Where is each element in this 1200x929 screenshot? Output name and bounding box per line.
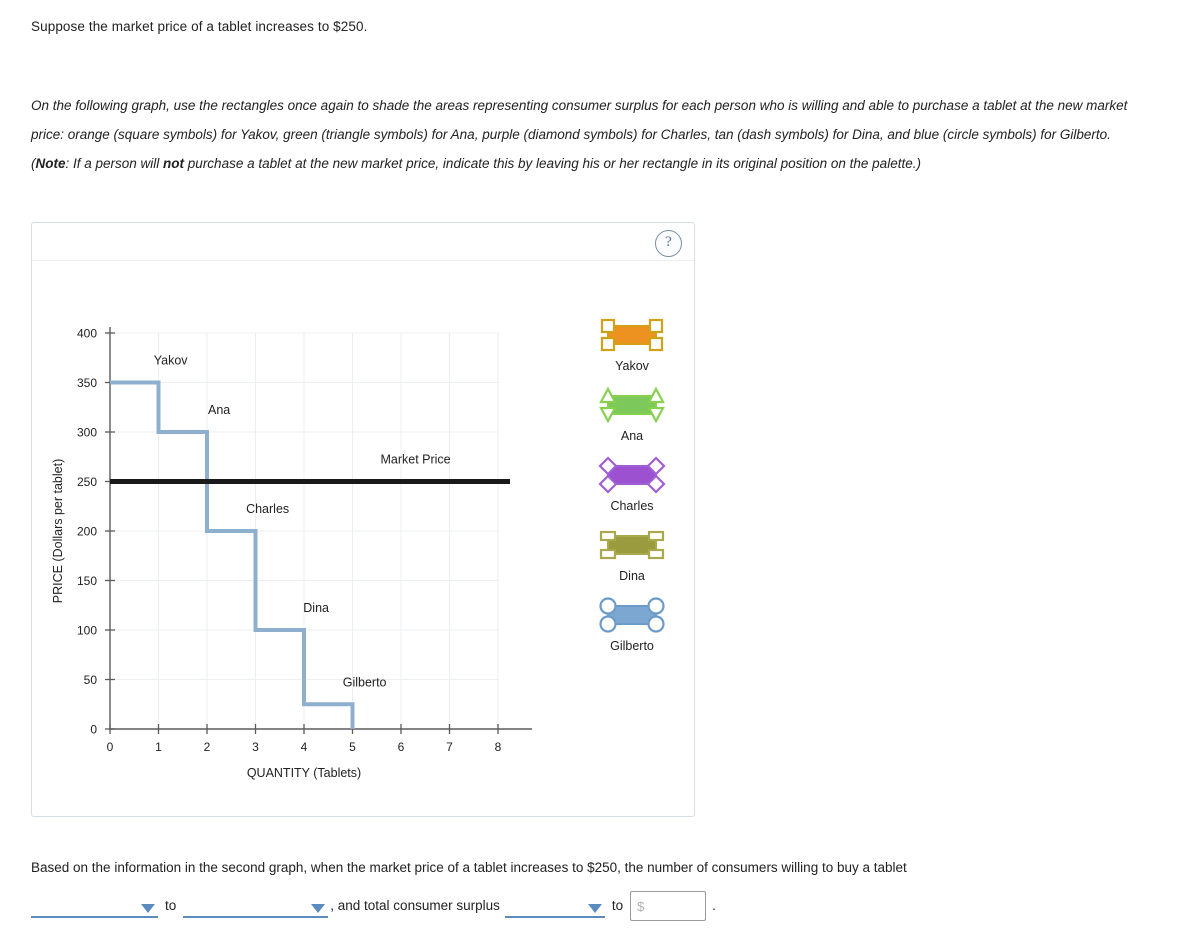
svg-text:Ana: Ana (208, 403, 230, 417)
graph-panel: ? 0 50 100 150 200 250 300 350 400 0 1 2 3 4 5 6 7 8 QUANT… (31, 222, 695, 817)
svg-text:7: 7 (446, 740, 453, 754)
svg-text:Charles: Charles (246, 502, 289, 516)
svg-text:PRICE (Dollars per tablet): PRICE (Dollars per tablet) (51, 459, 65, 604)
consumers-to-dropdown[interactable] (183, 894, 329, 918)
palette-item-charles[interactable]: Charles (562, 453, 702, 513)
exercise-instructions: On the following graph, use the rectangl… (31, 91, 1131, 178)
svg-text:2: 2 (204, 740, 211, 754)
triangle-handle-icon (599, 386, 665, 424)
svg-text:6: 6 (398, 740, 405, 754)
instructions-part-3: purchase a tablet at the new market pric… (184, 156, 921, 171)
svg-text:400: 400 (77, 327, 97, 341)
svg-text:Gilberto: Gilberto (343, 675, 387, 689)
dash-handle-icon (599, 530, 665, 560)
svg-text:QUANTITY (Tablets): QUANTITY (Tablets) (247, 766, 361, 780)
svg-text:Dina: Dina (303, 601, 329, 615)
ana-rectangle-symbol[interactable] (562, 383, 702, 427)
svg-text:3: 3 (252, 740, 259, 754)
intro-statement: Suppose the market price of a tablet inc… (31, 19, 368, 34)
svg-text:100: 100 (77, 624, 97, 638)
instructions-part-2: : If a person will (65, 156, 164, 171)
chevron-down-icon (141, 904, 155, 913)
help-icon[interactable]: ? (655, 230, 682, 257)
svg-text:350: 350 (77, 376, 97, 390)
palette-label-gilberto: Gilberto (610, 639, 654, 653)
circle-handle-icon (599, 597, 665, 633)
svg-text:200: 200 (77, 525, 97, 539)
not-emphasis: not (163, 156, 185, 171)
sentence-period: . (712, 898, 716, 913)
palette-label-charles: Charles (610, 499, 654, 513)
answer-sentence: Based on the information in the second g… (31, 860, 907, 875)
svg-text:8: 8 (495, 740, 502, 754)
svg-text:250: 250 (77, 475, 97, 489)
to-label-1: to (165, 898, 177, 913)
palette-item-ana[interactable]: Ana (562, 383, 702, 443)
surplus-change-dropdown[interactable] (504, 894, 605, 918)
charles-rectangle-symbol[interactable] (562, 453, 702, 497)
answer-controls-row: to , and total consumer surplus to . (31, 891, 1171, 921)
svg-text:5: 5 (349, 740, 356, 754)
to-label-2: to (611, 898, 624, 913)
consumers-from-dropdown[interactable] (31, 894, 158, 918)
chevron-down-icon (311, 904, 326, 913)
yakov-rectangle-symbol[interactable] (562, 313, 702, 357)
svg-text:0: 0 (107, 740, 114, 754)
palette-item-gilberto[interactable]: Gilberto (562, 593, 702, 653)
and-surplus-label: , and total consumer surplus (330, 898, 500, 913)
svg-text:Market Price: Market Price (380, 453, 450, 467)
note-label: Note (35, 156, 66, 171)
svg-text:300: 300 (77, 426, 97, 440)
palette-item-dina[interactable]: Dina (562, 523, 702, 583)
palette-label-yakov: Yakov (615, 359, 649, 373)
svg-text:Yakov: Yakov (154, 354, 189, 368)
palette-item-yakov[interactable]: Yakov (562, 313, 702, 373)
svg-text:50: 50 (84, 673, 98, 687)
svg-text:1: 1 (155, 740, 162, 754)
svg-text:150: 150 (77, 574, 97, 588)
palette-label-ana: Ana (620, 429, 644, 443)
svg-text:0: 0 (90, 723, 97, 737)
gilberto-rectangle-symbol[interactable] (562, 593, 702, 637)
dina-rectangle-symbol[interactable] (562, 523, 702, 567)
answer-section: Based on the information in the second g… (31, 853, 1171, 921)
graph-panel-header: ? (32, 223, 694, 261)
palette-label-dina: Dina (619, 569, 645, 583)
square-handle-icon (600, 318, 664, 352)
surplus-amount-input[interactable] (630, 891, 707, 921)
diamond-handle-icon (598, 456, 666, 494)
svg-text:4: 4 (301, 740, 308, 754)
chevron-down-icon (587, 904, 602, 913)
symbol-palette: Yakov Ana Charles Dina Gilberto (562, 313, 702, 663)
